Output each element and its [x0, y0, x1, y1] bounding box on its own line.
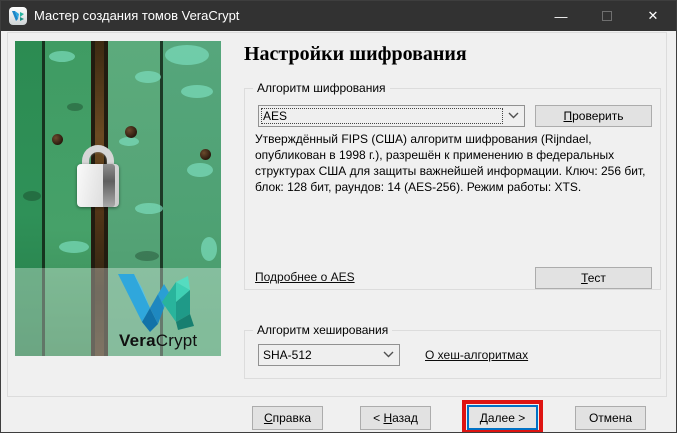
nail-dot [125, 126, 137, 138]
nail-dot [52, 134, 63, 145]
hash-algorithm-group: Алгоритм хеширования SHA-512 О хеш-алгор… [244, 330, 661, 379]
hash-info-link[interactable]: О хеш-алгоритмах [425, 348, 528, 362]
hash-algorithm-select[interactable]: SHA-512 [258, 344, 400, 366]
vc-logo-icon [11, 10, 25, 22]
padlock-icon [77, 164, 119, 207]
chevron-down-icon [508, 112, 519, 119]
title-bar: Мастер создания томов VeraCrypt — ✕ [1, 1, 676, 31]
nail-dot [200, 149, 211, 160]
window-title: Мастер создания томов VeraCrypt [34, 1, 239, 31]
benchmark-button[interactable]: Тест [535, 267, 652, 289]
sidebar-image-green-door: VeraCrypt [15, 41, 221, 356]
hash-algorithm-value: SHA-512 [263, 348, 312, 362]
back-button[interactable]: < Назад [360, 406, 431, 430]
more-about-aes-link[interactable]: Подробнее о AES [255, 270, 355, 284]
maximize-icon [602, 11, 612, 21]
veracrypt-app-icon [9, 7, 27, 25]
encryption-group-label: Алгоритм шифрования [253, 81, 390, 95]
veracrypt-wizard-window: Мастер создания томов VeraCrypt — ✕ [0, 0, 677, 433]
page-title: Настройки шифрования [244, 43, 467, 66]
help-button[interactable]: Справка [252, 406, 323, 430]
focus-rectangle [261, 108, 503, 124]
maximize-button [584, 1, 630, 31]
encryption-algorithm-group: Алгоритм шифрования AES Проверить Утверж… [244, 88, 661, 290]
veracrypt-logo [112, 274, 196, 332]
veracrypt-wordmark: VeraCrypt [119, 331, 197, 351]
minimize-button[interactable]: — [538, 1, 584, 31]
close-icon: ✕ [648, 8, 659, 24]
test-encryption-button[interactable]: Проверить [535, 105, 652, 127]
close-button[interactable]: ✕ [630, 1, 676, 31]
minimize-icon: — [555, 9, 568, 24]
encryption-algorithm-select[interactable]: AES [258, 105, 525, 127]
hash-group-label: Алгоритм хеширования [253, 323, 392, 337]
chevron-down-icon [383, 351, 394, 358]
algorithm-description: Утверждённый FIPS (США) алгоритм шифрова… [255, 131, 657, 195]
cancel-button[interactable]: Отмена [575, 406, 646, 430]
next-button[interactable]: Далее > [467, 405, 538, 430]
